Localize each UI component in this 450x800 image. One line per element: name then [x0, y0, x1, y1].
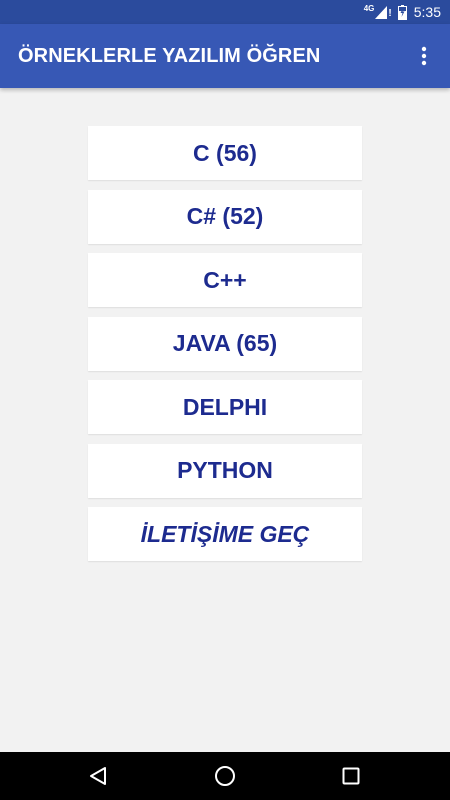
home-circle-icon [215, 766, 235, 786]
status-bar: 4G ! 5:35 [0, 0, 450, 24]
clock: 5:35 [413, 4, 441, 20]
java-button[interactable]: JAVA (65) [88, 316, 362, 371]
more-vert-icon [421, 46, 427, 66]
navigation-bar [0, 752, 450, 800]
home-button[interactable] [195, 752, 255, 800]
python-button[interactable]: PYTHON [88, 443, 362, 498]
no-data-alert-icon: ! [388, 8, 392, 19]
overflow-menu-button[interactable] [406, 32, 442, 80]
recents-square-icon [342, 767, 360, 785]
contact-button[interactable]: İLETİŞİME GEÇ [88, 507, 362, 561]
battery-icon [397, 4, 407, 20]
cell-signal-icon [375, 6, 388, 19]
app-title: ÖRNEKLERLE YAZILIM ÖĞREN [18, 44, 321, 67]
c-button[interactable]: C (56) [88, 126, 362, 180]
cpp-button[interactable]: C++ [88, 253, 362, 307]
back-triangle-icon [90, 767, 106, 785]
back-button[interactable] [68, 752, 128, 800]
delphi-button[interactable]: DELPHI [88, 380, 362, 434]
csharp-button[interactable]: C# (52) [88, 189, 362, 244]
network-type-label: 4G [363, 4, 375, 13]
recents-button[interactable] [321, 752, 381, 800]
signal-indicator: 4G ! [364, 5, 392, 19]
app-bar: ÖRNEKLERLE YAZILIM ÖĞREN [0, 24, 450, 88]
language-menu: C (56) C# (52) C++ JAVA (65) DELPHI PYTH… [88, 126, 362, 571]
